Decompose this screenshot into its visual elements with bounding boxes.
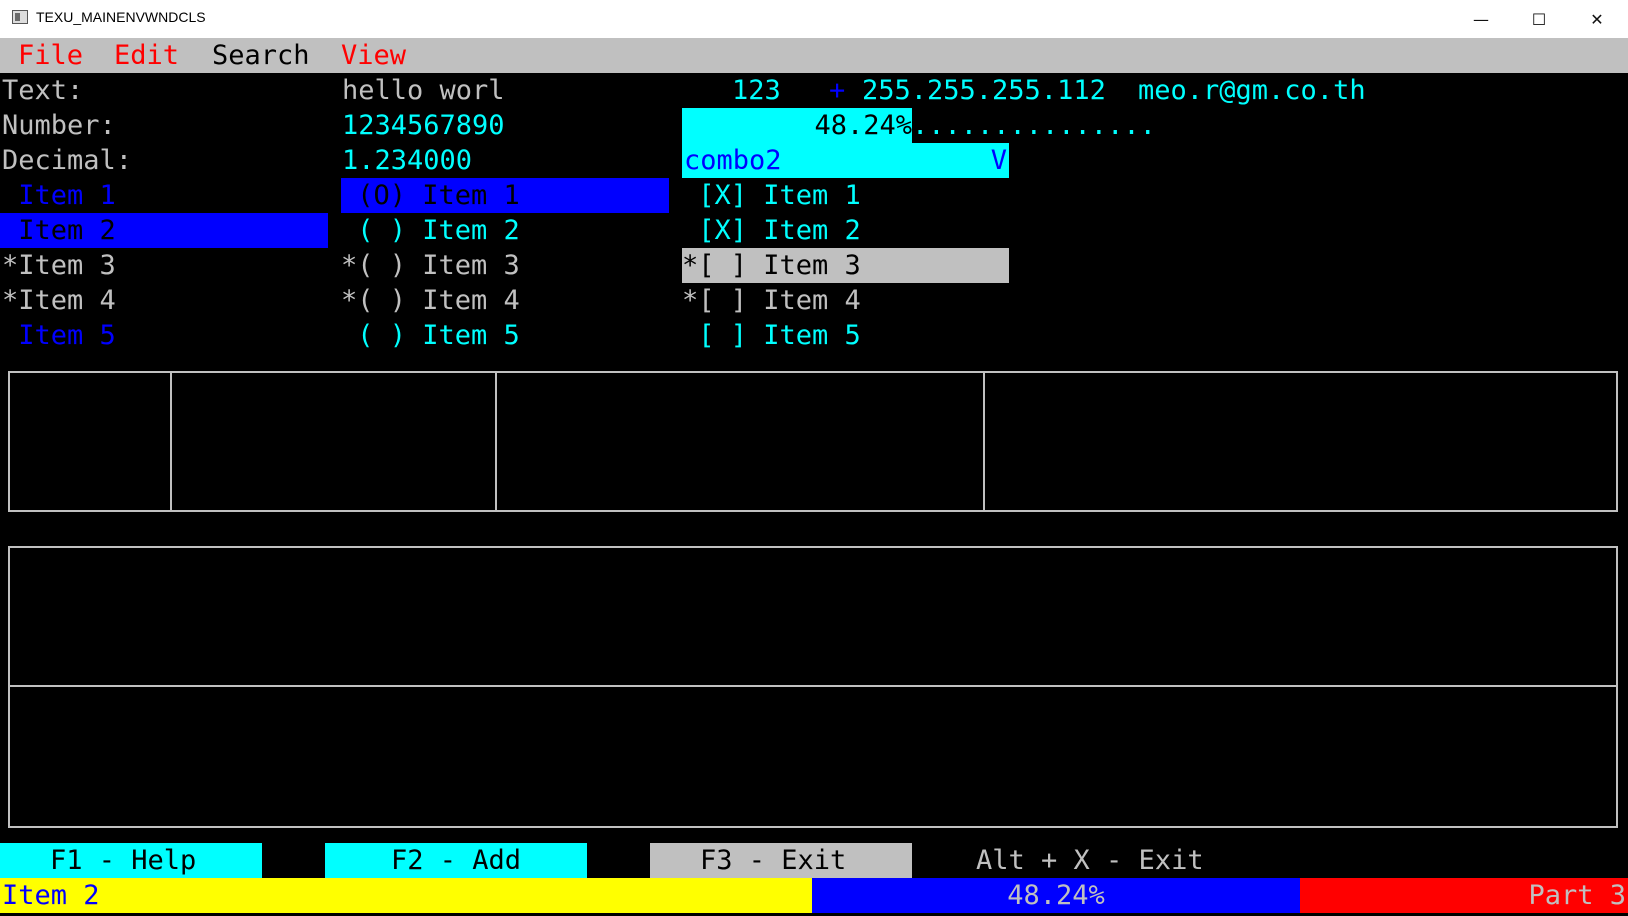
- list-item[interactable]: *Item 3: [2, 248, 116, 283]
- checkbox-item-focused[interactable]: *[ ] Item 3: [682, 248, 1009, 283]
- app-icon: [12, 10, 28, 24]
- number-label: Number:: [2, 110, 116, 141]
- menu-view[interactable]: View: [341, 38, 406, 73]
- minimize-icon: —: [1473, 9, 1489, 29]
- f3-label: F3 - Exit: [700, 845, 847, 876]
- status-part-3: Part 3: [1300, 878, 1628, 913]
- list-item-selected[interactable]: Item 2: [0, 213, 328, 248]
- text-label: Text:: [2, 75, 84, 106]
- list-item[interactable]: *Item 4: [2, 283, 116, 318]
- email-field[interactable]: meo.r@gm.co.th: [1138, 73, 1366, 108]
- data-grid[interactable]: [8, 371, 1618, 512]
- grid-divider: [170, 371, 172, 512]
- combo-arrow-icon[interactable]: V: [991, 143, 1007, 178]
- radio-item[interactable]: *( ) Item 3: [341, 248, 520, 283]
- status-text-2: 48.24%: [1007, 880, 1105, 911]
- menu-edit[interactable]: Edit: [114, 38, 179, 73]
- maximize-button[interactable]: ☐: [1510, 0, 1568, 38]
- radio-item[interactable]: ( ) Item 5: [341, 318, 520, 353]
- radio-item[interactable]: ( ) Item 2: [341, 213, 520, 248]
- menu-file[interactable]: File: [18, 38, 83, 73]
- status-text-3: Part 3: [1528, 880, 1626, 911]
- plus-sign: +: [829, 75, 846, 106]
- checkbox-item[interactable]: [X] Item 2: [682, 213, 861, 248]
- progress-percent: 48.24%: [814, 110, 912, 141]
- progress-remaining: ...............: [912, 110, 1156, 141]
- list-item[interactable]: Item 5: [2, 318, 116, 353]
- status-text-1: Item 2: [2, 880, 100, 911]
- window-title: TEXU_MAINENVWNDCLS: [36, 9, 206, 25]
- status-part-2: 48.24%: [812, 878, 1300, 913]
- checkbox-item[interactable]: *[ ] Item 4: [682, 283, 861, 318]
- f2-label: F2 - Add: [391, 845, 522, 876]
- alt-x-exit-button[interactable]: Alt + X - Exit: [976, 843, 1204, 878]
- grid-divider: [495, 371, 497, 512]
- combo-box[interactable]: combo2 V: [682, 143, 1009, 178]
- combo-value: combo2: [684, 145, 782, 176]
- radio-label: (O) Item 1: [341, 180, 520, 211]
- checkbox-label: *[ ] Item 3: [682, 250, 861, 281]
- panel-divider: [8, 685, 1618, 687]
- radio-item-selected[interactable]: (O) Item 1: [341, 178, 669, 213]
- f3-exit-button[interactable]: F3 - Exit: [650, 843, 912, 878]
- list-panel[interactable]: [8, 546, 1618, 828]
- menu-bar: File Edit Search View: [0, 38, 1628, 73]
- console-area: File Edit Search View Text: Number: Deci…: [0, 38, 1628, 916]
- f1-label: F1 - Help: [50, 845, 197, 876]
- number-input[interactable]: 1234567890: [342, 108, 505, 143]
- minimize-button[interactable]: —: [1452, 0, 1510, 38]
- close-button[interactable]: ✕: [1568, 0, 1626, 38]
- menu-search[interactable]: Search: [212, 38, 310, 73]
- decimal-input[interactable]: 1.234000: [342, 143, 472, 178]
- list-item[interactable]: Item 1: [2, 178, 116, 213]
- status-part-1: Item 2: [0, 878, 812, 913]
- checkbox-item[interactable]: [X] Item 1: [682, 178, 861, 213]
- list-item-label: Item 2: [2, 215, 116, 246]
- grid-divider: [983, 371, 985, 512]
- maximize-icon: ☐: [1531, 9, 1547, 29]
- f2-add-button[interactable]: F2 - Add: [325, 843, 587, 878]
- title-bar: TEXU_MAINENVWNDCLS — ☐ ✕: [0, 0, 1628, 39]
- checkbox-item[interactable]: [ ] Item 5: [682, 318, 861, 353]
- text-input[interactable]: hello worl: [342, 73, 505, 108]
- radio-item[interactable]: *( ) Item 4: [341, 283, 520, 318]
- ip-address-field[interactable]: 255.255.255.112: [862, 73, 1106, 108]
- number-field-123[interactable]: 123: [732, 73, 781, 108]
- decimal-label: Decimal:: [2, 145, 133, 176]
- f1-help-button[interactable]: F1 - Help: [0, 843, 262, 878]
- close-icon: ✕: [1590, 9, 1604, 29]
